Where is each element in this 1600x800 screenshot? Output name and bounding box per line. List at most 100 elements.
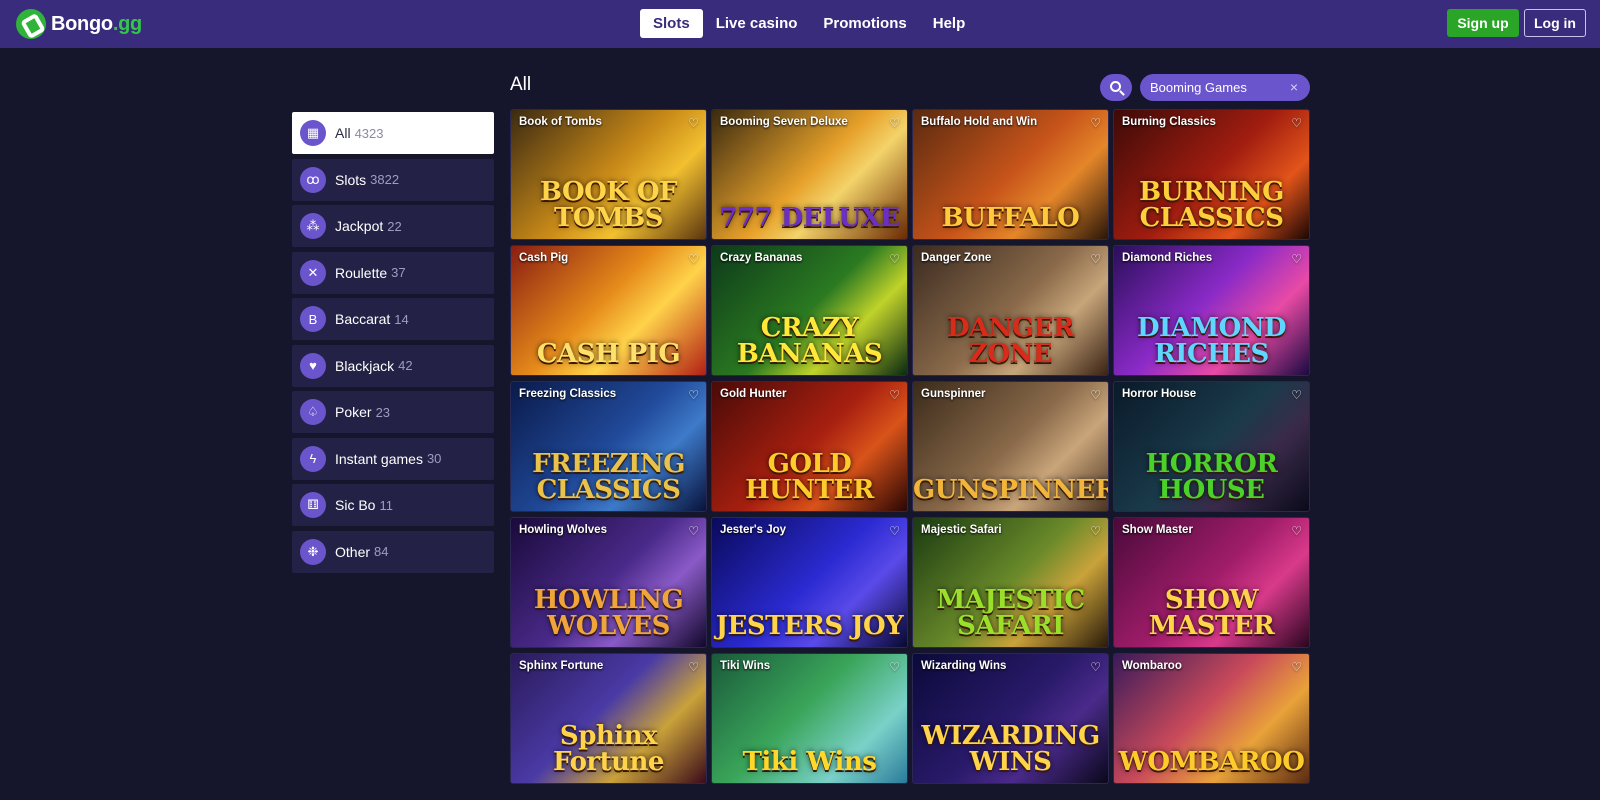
game-logo-art: BUFFALO: [941, 203, 1080, 233]
game-logo-art: BOOK OF TOMBS: [539, 177, 678, 233]
game-title: Wombaroo: [1122, 660, 1182, 672]
game-tile[interactable]: Diamond Riches ♡ DIAMOND RICHES: [1113, 245, 1310, 376]
category-label: Jackpot: [335, 218, 384, 234]
favorite-heart-icon[interactable]: ♡: [1291, 660, 1302, 674]
close-icon[interactable]: ×: [1290, 74, 1298, 101]
favorite-heart-icon[interactable]: ♡: [688, 116, 699, 130]
game-logo-art: CASH PIG: [536, 339, 681, 369]
dice-icon: ⚅: [300, 492, 326, 518]
game-logo-art: WIZARDING WINS: [921, 721, 1100, 777]
game-tile[interactable]: Burning Classics ♡ BURNING CLASSICS: [1113, 109, 1310, 240]
category-all[interactable]: ▦ All 4323: [292, 112, 494, 154]
game-tile[interactable]: Booming Seven Deluxe ♡ 777 DELUXE: [711, 109, 908, 240]
baccarat-icon: B: [300, 306, 326, 332]
game-logo-art: 777 DELUXE: [719, 203, 900, 233]
category-count: 42: [398, 358, 413, 373]
game-title: Cash Pig: [519, 252, 569, 264]
game-tile[interactable]: Cash Pig ♡ CASH PIG: [510, 245, 707, 376]
favorite-heart-icon[interactable]: ♡: [1090, 388, 1101, 402]
game-tile[interactable]: Majestic Safari ♡ MAJESTIC SAFARI: [912, 517, 1109, 648]
brand-logo[interactable]: Bongo.gg: [16, 9, 142, 39]
category-blackjack[interactable]: ♥ Blackjack 42: [292, 344, 494, 387]
game-tile[interactable]: Howling Wolves ♡ HOWLING WOLVES: [510, 517, 707, 648]
favorite-heart-icon[interactable]: ♡: [688, 252, 699, 266]
category-sic-bo[interactable]: ⚅ Sic Bo 11: [292, 484, 494, 526]
game-logo-art: GOLD HUNTER: [745, 449, 874, 505]
favorite-heart-icon[interactable]: ♡: [889, 660, 900, 674]
game-logo-art: DIAMOND RICHES: [1136, 313, 1287, 369]
game-tile[interactable]: Wizarding Wins ♡ WIZARDING WINS: [912, 653, 1109, 784]
game-tile[interactable]: Buffalo Hold and Win ♡ BUFFALO: [912, 109, 1109, 240]
nav-help[interactable]: Help: [920, 9, 979, 38]
favorite-heart-icon[interactable]: ♡: [1291, 388, 1302, 402]
category-label: Poker: [335, 404, 372, 420]
search-button[interactable]: [1100, 74, 1132, 101]
game-title: Jester's Joy: [720, 524, 787, 536]
favorite-heart-icon[interactable]: ♡: [889, 388, 900, 402]
game-grid: Book of Tombs ♡ BOOK OF TOMBS Booming Seven…: [510, 109, 1310, 784]
game-logo-art: CRAZY BANANAS: [736, 313, 883, 369]
favorite-heart-icon[interactable]: ♡: [1090, 252, 1101, 266]
category-poker[interactable]: ♤ Poker 23: [292, 391, 494, 433]
category-count: 30: [426, 451, 442, 466]
brand-name: Bongo: [51, 12, 113, 35]
category-baccarat[interactable]: B Baccarat 14: [292, 298, 494, 340]
spade-icon: ♤: [300, 399, 326, 425]
provider-filter-chip[interactable]: Booming Games ×: [1140, 74, 1310, 101]
favorite-heart-icon[interactable]: ♡: [688, 660, 699, 674]
favorite-heart-icon[interactable]: ♡: [889, 116, 900, 130]
category-slots[interactable]: ꝏ Slots 3822: [292, 158, 494, 201]
favorite-heart-icon[interactable]: ♡: [1090, 116, 1101, 130]
category-count: 22: [387, 218, 402, 234]
game-title: Buffalo Hold and Win: [921, 116, 1038, 128]
game-tile[interactable]: Horror House ♡ HORROR HOUSE: [1113, 381, 1310, 512]
game-title: Book of Tombs: [519, 116, 602, 128]
game-tile[interactable]: Gold Hunter ♡ GOLD HUNTER: [711, 381, 908, 512]
favorite-heart-icon[interactable]: ♡: [1291, 252, 1302, 266]
cards-icon: ♥: [300, 352, 326, 379]
game-title: Crazy Bananas: [720, 252, 803, 264]
other-icon: ❉: [300, 538, 326, 565]
bongo-logo-icon: [16, 9, 46, 39]
game-logo-art: Sphinx Fortune: [553, 721, 664, 777]
game-tile[interactable]: Gunspinner ♡ GUNSPINNER: [912, 381, 1109, 512]
game-tile[interactable]: Crazy Bananas ♡ CRAZY BANANAS: [711, 245, 908, 376]
game-tile[interactable]: Tiki Wins ♡ Tiki Wins: [711, 653, 908, 784]
favorite-heart-icon[interactable]: ♡: [1291, 116, 1302, 130]
game-tile[interactable]: Jester's Joy ♡ JESTERS JOY: [711, 517, 908, 648]
game-tile[interactable]: Wombaroo ♡ WOMBAROO: [1113, 653, 1310, 784]
roulette-icon: ✕: [300, 259, 326, 286]
game-tile[interactable]: Danger Zone ♡ DANGER ZONE: [912, 245, 1109, 376]
game-logo-art: HOWLING WOLVES: [533, 585, 684, 641]
game-tile[interactable]: Show Master ♡ SHOW MASTER: [1113, 517, 1310, 648]
game-title: Show Master: [1122, 524, 1193, 536]
favorite-heart-icon[interactable]: ♡: [688, 524, 699, 538]
game-title: Burning Classics: [1122, 116, 1216, 128]
nav-live-casino[interactable]: Live casino: [703, 9, 811, 38]
category-count: 37: [391, 265, 406, 280]
nav-slots[interactable]: Slots: [640, 9, 703, 38]
favorite-heart-icon[interactable]: ♡: [1090, 660, 1101, 674]
game-tile[interactable]: Book of Tombs ♡ BOOK OF TOMBS: [510, 109, 707, 240]
category-other[interactable]: ❉ Other 84: [292, 530, 494, 573]
signup-button[interactable]: Sign up: [1447, 9, 1519, 37]
favorite-heart-icon[interactable]: ♡: [1291, 524, 1302, 538]
game-title: Diamond Riches: [1122, 252, 1213, 264]
favorite-heart-icon[interactable]: ♡: [688, 388, 699, 402]
favorite-heart-icon[interactable]: ♡: [1090, 524, 1101, 538]
category-jackpot[interactable]: ⁂ Jackpot 22: [292, 205, 494, 247]
game-tile[interactable]: Sphinx Fortune ♡ Sphinx Fortune: [510, 653, 707, 784]
game-logo-art: WOMBAROO: [1118, 747, 1305, 777]
game-title: Danger Zone: [921, 252, 992, 264]
game-tile[interactable]: Freezing Classics ♡ FREEZING CLASSICS: [510, 381, 707, 512]
category-label: Sic Bo: [335, 497, 376, 513]
login-button[interactable]: Log in: [1524, 9, 1586, 37]
favorite-heart-icon[interactable]: ♡: [889, 524, 900, 538]
favorite-heart-icon[interactable]: ♡: [889, 252, 900, 266]
game-title: Majestic Safari: [921, 524, 1002, 536]
nav-promotions[interactable]: Promotions: [810, 9, 919, 38]
category-roulette[interactable]: ✕ Roulette 37: [292, 251, 494, 294]
category-instant-games[interactable]: ϟ Instant games 30: [292, 437, 494, 480]
category-count: 4323: [354, 125, 384, 141]
game-logo-art: FREEZING CLASSICS: [532, 449, 685, 505]
